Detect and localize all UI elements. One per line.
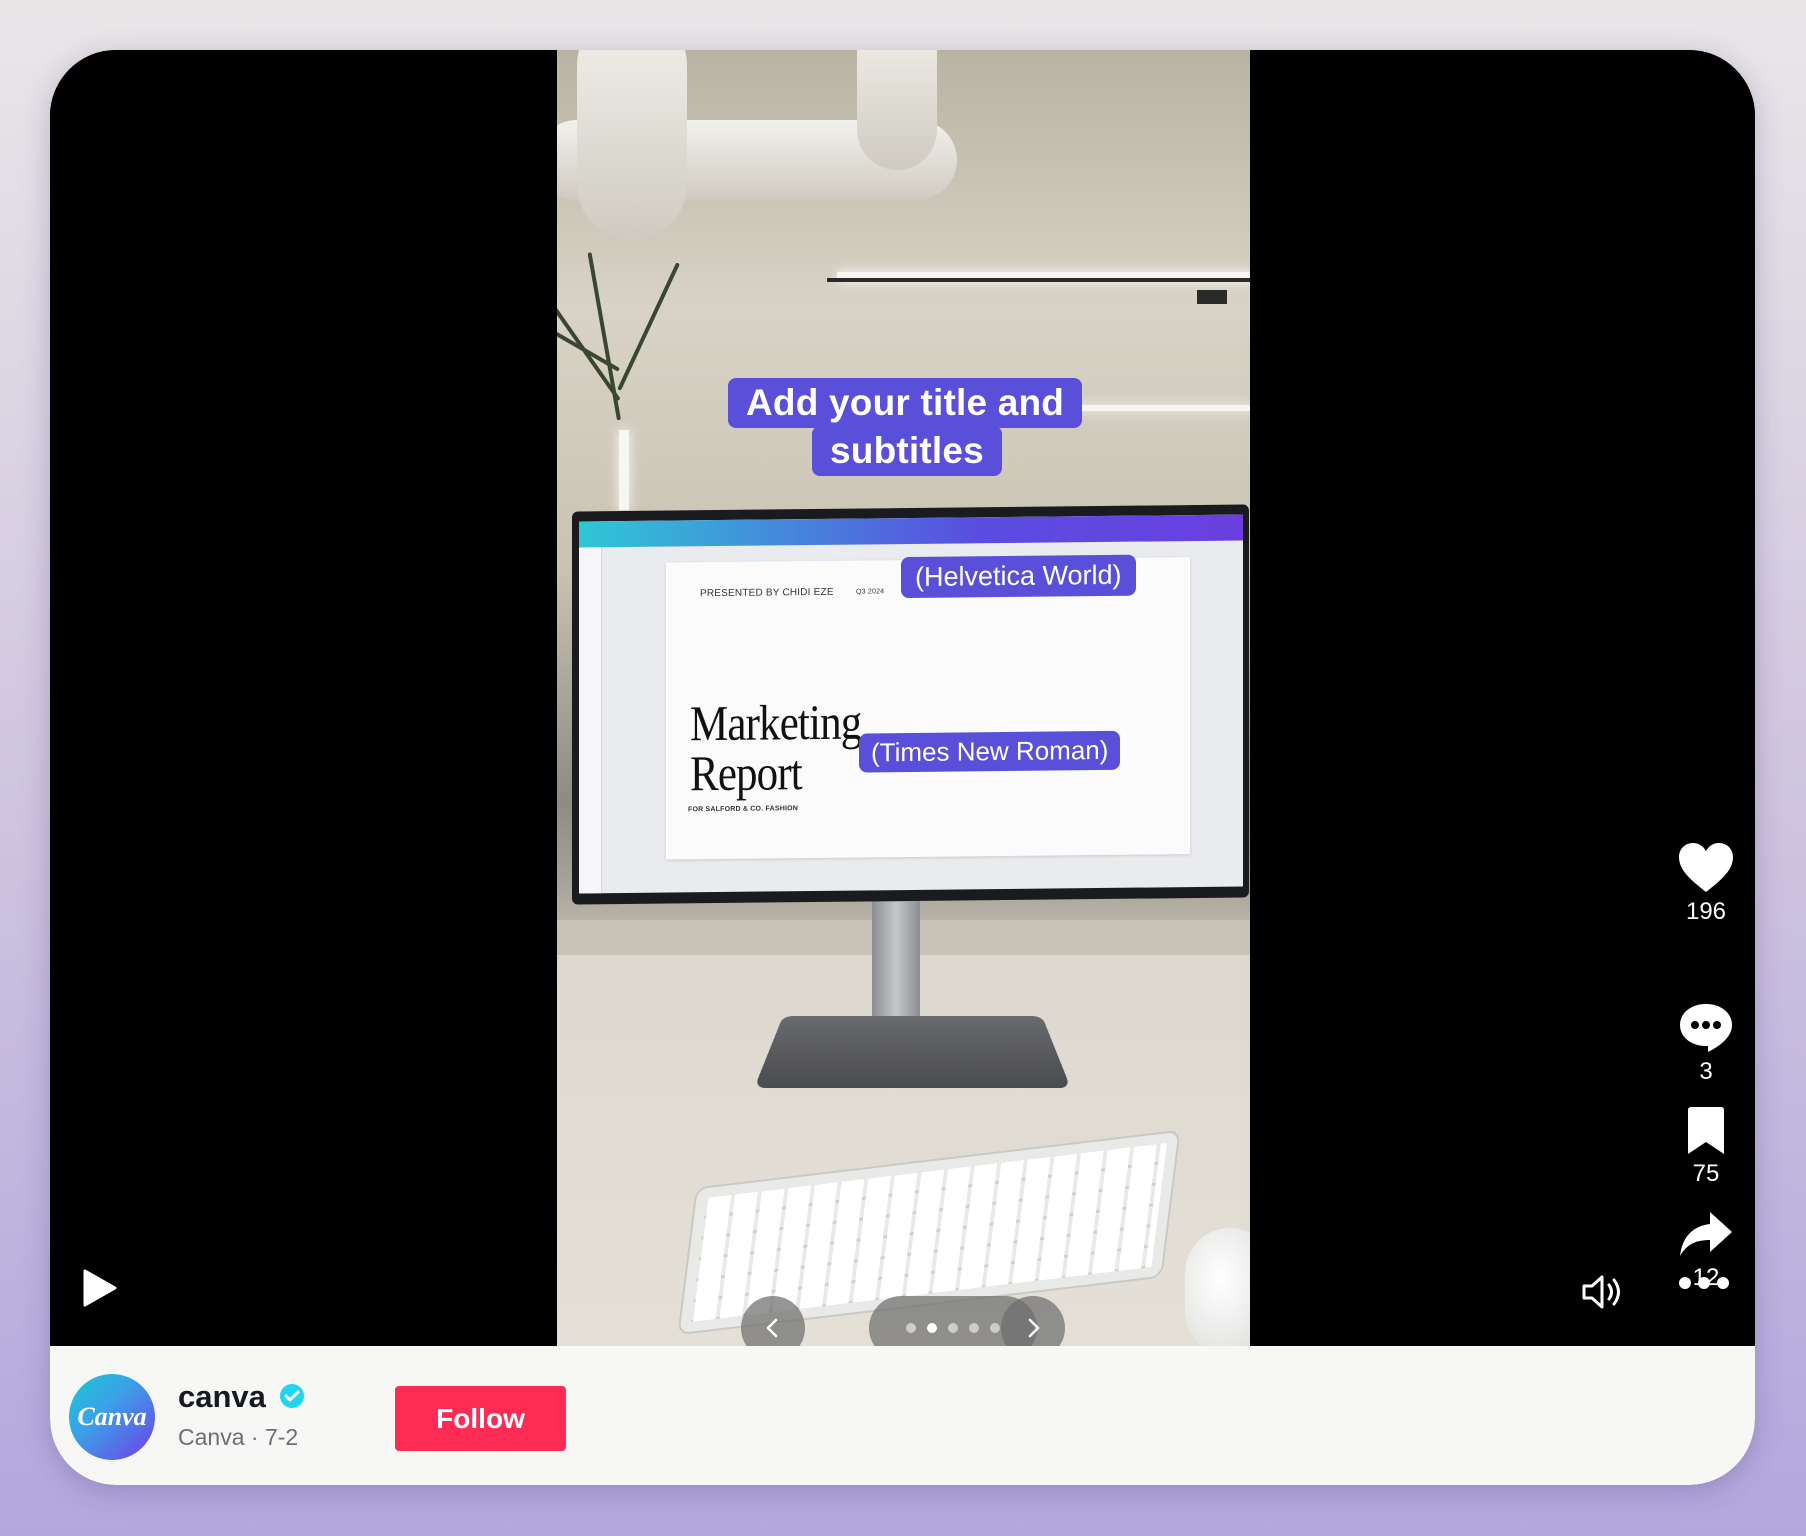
monitor-stand <box>872 898 920 1028</box>
avatar-logo-text: Canva <box>77 1402 147 1431</box>
presentation-slide: PRESENTED BY CHIDI EZE Q3 2024 Marketing… <box>666 557 1190 860</box>
more-button[interactable] <box>1676 1276 1732 1306</box>
volume-button[interactable] <box>1580 1272 1626 1312</box>
video-frame: Add your title and subtitles PRESENTED B… <box>557 50 1250 1346</box>
username[interactable]: canva <box>178 1379 305 1415</box>
like-count: 196 <box>1685 898 1727 925</box>
author-bar: Canva canva Canva · 7-2 Follow <box>50 1346 1755 1485</box>
comment-icon <box>1680 1004 1732 1052</box>
caption-line-2: subtitles <box>812 426 1002 476</box>
slide-title: Marketing Report <box>690 693 862 802</box>
carousel-dot[interactable] <box>990 1323 1000 1333</box>
ceiling-pipe <box>827 278 1250 282</box>
monitor: PRESENTED BY CHIDI EZE Q3 2024 Marketing… <box>572 504 1249 905</box>
monitor-base <box>754 1016 1071 1089</box>
save-count: 75 <box>1692 1160 1720 1187</box>
carousel-dot[interactable] <box>969 1323 979 1333</box>
meta-separator: · <box>250 1424 259 1450</box>
video-player[interactable]: Add your title and subtitles PRESENTED B… <box>50 50 1755 1360</box>
verified-badge-icon <box>279 1383 304 1408</box>
font-label-times: (Times New Roman) <box>859 730 1121 773</box>
slide-quarter: Q3 2024 <box>856 588 885 596</box>
volume-icon <box>1582 1275 1620 1309</box>
post-meta: Canva · 7-2 <box>178 1424 298 1451</box>
comment-action[interactable]: 3 <box>1670 1002 1742 1086</box>
plant <box>587 252 621 421</box>
editor-sidebar <box>579 547 602 894</box>
ceiling-light <box>619 430 629 510</box>
save-action[interactable]: 75 <box>1670 1106 1742 1188</box>
display-name: Canva <box>178 1424 245 1450</box>
slide-subtitle: FOR SALFORD & CO. FASHION <box>688 805 798 814</box>
comment-count: 3 <box>1699 1058 1713 1085</box>
follow-button[interactable]: Follow <box>395 1386 566 1451</box>
caption-line-1: Add your title and <box>728 378 1083 428</box>
plant <box>617 262 680 391</box>
ceiling-duct <box>577 50 687 240</box>
more-icon <box>1679 1277 1729 1289</box>
plant <box>557 308 620 372</box>
post-date: 7-2 <box>264 1424 299 1450</box>
carousel-dot[interactable] <box>948 1323 958 1333</box>
carousel-dot-active[interactable] <box>927 1323 937 1333</box>
chevron-right-icon <box>1028 1318 1040 1338</box>
editor-topbar <box>579 514 1243 548</box>
ceiling-duct <box>857 50 937 170</box>
avatar[interactable]: Canva <box>69 1374 155 1460</box>
chevron-left-icon <box>766 1318 778 1338</box>
monitor-screen: PRESENTED BY CHIDI EZE Q3 2024 Marketing… <box>579 514 1243 894</box>
mouse <box>1185 1228 1250 1346</box>
font-label-helvetica: (Helvetica World) <box>901 554 1136 599</box>
play-button[interactable] <box>74 1268 124 1318</box>
username-text: canva <box>178 1379 266 1414</box>
heart-icon <box>1679 843 1733 892</box>
play-icon <box>83 1269 117 1307</box>
like-action[interactable]: 196 <box>1670 842 1742 926</box>
post-card: Add your title and subtitles PRESENTED B… <box>50 50 1755 1485</box>
slide-presenter: PRESENTED BY CHIDI EZE <box>700 586 834 600</box>
share-icon <box>1680 1212 1732 1256</box>
ceiling-pipe <box>1197 290 1227 304</box>
bookmark-icon <box>1688 1107 1724 1154</box>
carousel-dot[interactable] <box>906 1323 916 1333</box>
